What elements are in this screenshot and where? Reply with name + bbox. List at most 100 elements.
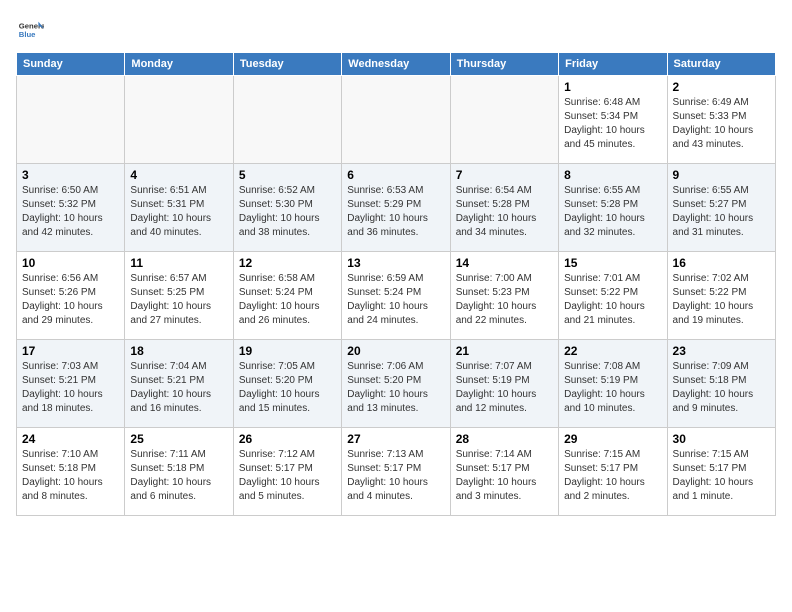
- calendar-cell: 11 Sunrise: 6:57 AM Sunset: 5:25 PM Dayli…: [125, 252, 233, 340]
- calendar-cell: 25 Sunrise: 7:11 AM Sunset: 5:18 PM Dayli…: [125, 428, 233, 516]
- day-info: Sunrise: 6:50 AM Sunset: 5:32 PM Dayligh…: [22, 184, 119, 240]
- day-info: Sunrise: 7:02 AM Sunset: 5:22 PM Dayligh…: [673, 272, 770, 328]
- day-number: 1: [564, 80, 661, 94]
- day-info: Sunrise: 6:55 AM Sunset: 5:27 PM Dayligh…: [673, 184, 770, 240]
- calendar-cell: 19 Sunrise: 7:05 AM Sunset: 5:20 PM Dayli…: [233, 340, 341, 428]
- calendar-cell: 12Sunrise: 6:58 AM Sunset: 5:24 PM Dayli…: [233, 252, 341, 340]
- day-info: Sunrise: 6:56 AM Sunset: 5:26 PM Dayligh…: [22, 272, 119, 328]
- logo: General Blue: [16, 16, 44, 44]
- calendar-cell: 1 Sunrise: 6:48 AM Sunset: 5:34 PM Daylig…: [559, 76, 667, 164]
- day-number: 26: [239, 432, 336, 446]
- day-number: 11: [130, 256, 227, 270]
- day-info: Sunrise: 7:03 AM Sunset: 5:21 PM Dayligh…: [22, 360, 119, 416]
- day-number: 23: [673, 344, 770, 358]
- calendar-cell: 14Sunrise: 7:00 AM Sunset: 5:23 PM Dayli…: [450, 252, 558, 340]
- calendar-cell: 21Sunrise: 7:07 AM Sunset: 5:19 PM Dayli…: [450, 340, 558, 428]
- page-header: General Blue: [16, 16, 776, 44]
- day-number: 5: [239, 168, 336, 182]
- calendar-cell: [450, 76, 558, 164]
- calendar-body: 1 Sunrise: 6:48 AM Sunset: 5:34 PM Daylig…: [17, 76, 776, 516]
- day-info: Sunrise: 7:00 AM Sunset: 5:23 PM Dayligh…: [456, 272, 553, 328]
- day-number: 8: [564, 168, 661, 182]
- calendar-header-wednesday: Wednesday: [342, 53, 450, 76]
- calendar-week-2: 3 Sunrise: 6:50 AM Sunset: 5:32 PM Daylig…: [17, 164, 776, 252]
- day-info: Sunrise: 6:49 AM Sunset: 5:33 PM Dayligh…: [673, 96, 770, 152]
- day-info: Sunrise: 6:55 AM Sunset: 5:28 PM Dayligh…: [564, 184, 661, 240]
- day-number: 17: [22, 344, 119, 358]
- calendar-cell: 16 Sunrise: 7:02 AM Sunset: 5:22 PM Dayli…: [667, 252, 775, 340]
- calendar-header-saturday: Saturday: [667, 53, 775, 76]
- calendar-header-monday: Monday: [125, 53, 233, 76]
- day-info: Sunrise: 7:05 AM Sunset: 5:20 PM Dayligh…: [239, 360, 336, 416]
- day-info: Sunrise: 7:15 AM Sunset: 5:17 PM Dayligh…: [673, 448, 770, 504]
- day-number: 3: [22, 168, 119, 182]
- day-number: 16: [673, 256, 770, 270]
- day-number: 15: [564, 256, 661, 270]
- calendar-week-4: 17 Sunrise: 7:03 AM Sunset: 5:21 PM Dayli…: [17, 340, 776, 428]
- calendar-cell: 3 Sunrise: 6:50 AM Sunset: 5:32 PM Daylig…: [17, 164, 125, 252]
- day-info: Sunrise: 6:48 AM Sunset: 5:34 PM Dayligh…: [564, 96, 661, 152]
- calendar-cell: [233, 76, 341, 164]
- day-number: 22: [564, 344, 661, 358]
- day-number: 13: [347, 256, 444, 270]
- day-number: 28: [456, 432, 553, 446]
- calendar-header-thursday: Thursday: [450, 53, 558, 76]
- day-info: Sunrise: 6:57 AM Sunset: 5:25 PM Dayligh…: [130, 272, 227, 328]
- calendar-week-5: 24 Sunrise: 7:10 AM Sunset: 5:18 PM Dayli…: [17, 428, 776, 516]
- day-number: 24: [22, 432, 119, 446]
- calendar-cell: 26Sunrise: 7:12 AM Sunset: 5:17 PM Dayli…: [233, 428, 341, 516]
- day-number: 29: [564, 432, 661, 446]
- day-info: Sunrise: 6:51 AM Sunset: 5:31 PM Dayligh…: [130, 184, 227, 240]
- calendar-header-sunday: Sunday: [17, 53, 125, 76]
- svg-text:Blue: Blue: [19, 30, 36, 39]
- calendar-header-tuesday: Tuesday: [233, 53, 341, 76]
- day-number: 4: [130, 168, 227, 182]
- day-number: 27: [347, 432, 444, 446]
- calendar-week-1: 1 Sunrise: 6:48 AM Sunset: 5:34 PM Daylig…: [17, 76, 776, 164]
- day-number: 30: [673, 432, 770, 446]
- calendar-cell: 20 Sunrise: 7:06 AM Sunset: 5:20 PM Dayli…: [342, 340, 450, 428]
- day-info: Sunrise: 7:14 AM Sunset: 5:17 PM Dayligh…: [456, 448, 553, 504]
- day-number: 20: [347, 344, 444, 358]
- day-number: 25: [130, 432, 227, 446]
- calendar-cell: 23 Sunrise: 7:09 AM Sunset: 5:18 PM Dayli…: [667, 340, 775, 428]
- calendar-cell: 9Sunrise: 6:55 AM Sunset: 5:27 PM Daylig…: [667, 164, 775, 252]
- calendar-cell: 18Sunrise: 7:04 AM Sunset: 5:21 PM Dayli…: [125, 340, 233, 428]
- calendar-cell: [125, 76, 233, 164]
- day-info: Sunrise: 7:11 AM Sunset: 5:18 PM Dayligh…: [130, 448, 227, 504]
- calendar-cell: 30 Sunrise: 7:15 AM Sunset: 5:17 PM Dayli…: [667, 428, 775, 516]
- day-info: Sunrise: 7:06 AM Sunset: 5:20 PM Dayligh…: [347, 360, 444, 416]
- day-info: Sunrise: 7:07 AM Sunset: 5:19 PM Dayligh…: [456, 360, 553, 416]
- day-info: Sunrise: 7:09 AM Sunset: 5:18 PM Dayligh…: [673, 360, 770, 416]
- day-info: Sunrise: 6:53 AM Sunset: 5:29 PM Dayligh…: [347, 184, 444, 240]
- calendar-cell: 22 Sunrise: 7:08 AM Sunset: 5:19 PM Dayli…: [559, 340, 667, 428]
- day-info: Sunrise: 6:52 AM Sunset: 5:30 PM Dayligh…: [239, 184, 336, 240]
- day-number: 12: [239, 256, 336, 270]
- day-info: Sunrise: 7:15 AM Sunset: 5:17 PM Dayligh…: [564, 448, 661, 504]
- calendar-cell: 10Sunrise: 6:56 AM Sunset: 5:26 PM Dayli…: [17, 252, 125, 340]
- calendar-cell: 7 Sunrise: 6:54 AM Sunset: 5:28 PM Daylig…: [450, 164, 558, 252]
- day-info: Sunrise: 6:54 AM Sunset: 5:28 PM Dayligh…: [456, 184, 553, 240]
- calendar-cell: 5 Sunrise: 6:52 AM Sunset: 5:30 PM Daylig…: [233, 164, 341, 252]
- day-number: 18: [130, 344, 227, 358]
- calendar-header-row: SundayMondayTuesdayWednesdayThursdayFrid…: [17, 53, 776, 76]
- day-info: Sunrise: 7:13 AM Sunset: 5:17 PM Dayligh…: [347, 448, 444, 504]
- calendar-cell: 27 Sunrise: 7:13 AM Sunset: 5:17 PM Dayli…: [342, 428, 450, 516]
- day-number: 19: [239, 344, 336, 358]
- day-info: Sunrise: 7:10 AM Sunset: 5:18 PM Dayligh…: [22, 448, 119, 504]
- calendar-cell: 4 Sunrise: 6:51 AM Sunset: 5:31 PM Daylig…: [125, 164, 233, 252]
- calendar-cell: 29 Sunrise: 7:15 AM Sunset: 5:17 PM Dayli…: [559, 428, 667, 516]
- day-info: Sunrise: 7:08 AM Sunset: 5:19 PM Dayligh…: [564, 360, 661, 416]
- day-number: 6: [347, 168, 444, 182]
- calendar-cell: 8 Sunrise: 6:55 AM Sunset: 5:28 PM Daylig…: [559, 164, 667, 252]
- calendar-cell: 15Sunrise: 7:01 AM Sunset: 5:22 PM Dayli…: [559, 252, 667, 340]
- calendar-week-3: 10Sunrise: 6:56 AM Sunset: 5:26 PM Dayli…: [17, 252, 776, 340]
- day-number: 7: [456, 168, 553, 182]
- calendar-table: SundayMondayTuesdayWednesdayThursdayFrid…: [16, 52, 776, 516]
- calendar-cell: [17, 76, 125, 164]
- calendar-cell: [342, 76, 450, 164]
- calendar-cell: 13 Sunrise: 6:59 AM Sunset: 5:24 PM Dayli…: [342, 252, 450, 340]
- day-info: Sunrise: 6:59 AM Sunset: 5:24 PM Dayligh…: [347, 272, 444, 328]
- calendar-header-friday: Friday: [559, 53, 667, 76]
- calendar-cell: 6 Sunrise: 6:53 AM Sunset: 5:29 PM Daylig…: [342, 164, 450, 252]
